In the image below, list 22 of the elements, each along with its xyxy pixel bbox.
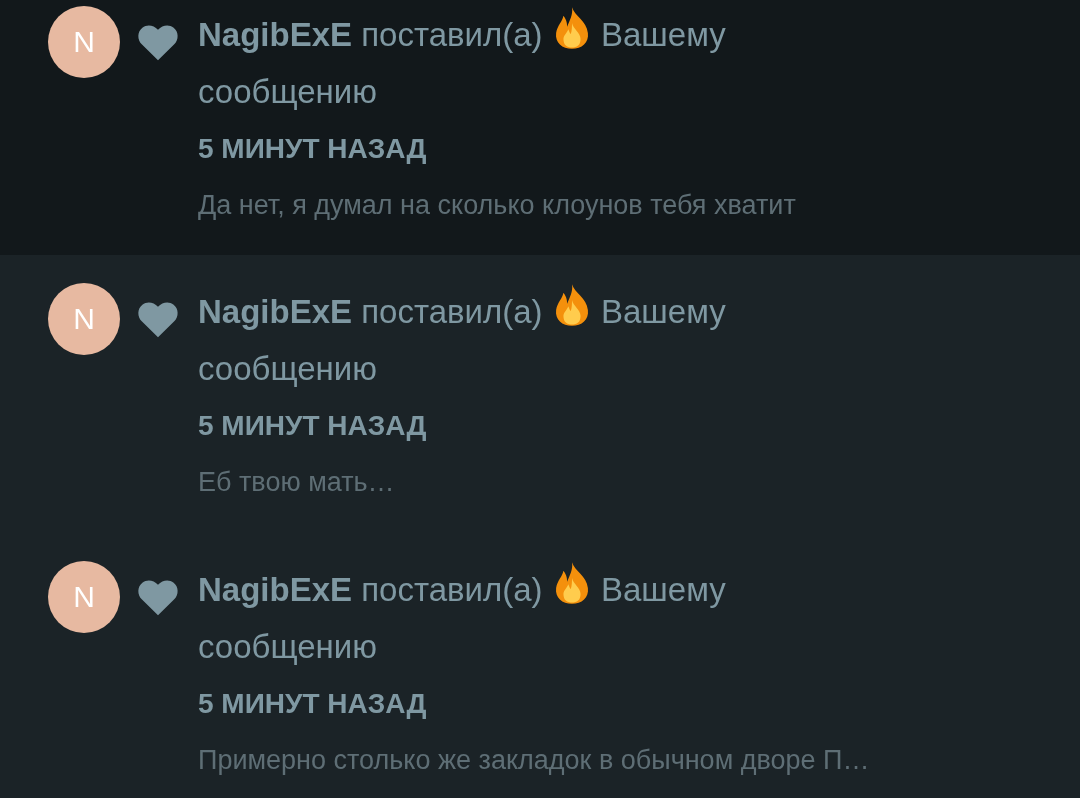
message-preview: Еб твою мать… xyxy=(198,466,395,499)
timestamp: 5 МИНУТ НАЗАД xyxy=(198,687,428,721)
heart-icon xyxy=(136,299,180,339)
user-name[interactable]: NagibExE xyxy=(198,16,353,53)
action-text: поставил(а) xyxy=(361,16,543,53)
heart-icon xyxy=(136,577,180,617)
heart-icon xyxy=(136,22,180,62)
action-text: поставил(а) xyxy=(361,571,543,608)
notification-row[interactable]: N NagibExE поставил(а) Вашему сообщению 5 МИНУТ НАЗАД Да нет, я думал на сколько клоунов тебя хватит xyxy=(0,0,1080,255)
target-text: Вашему xyxy=(600,571,726,608)
target-text: сообщению xyxy=(198,350,378,387)
user-name[interactable]: NagibExE xyxy=(198,293,353,330)
user-name[interactable]: NagibExE xyxy=(198,571,353,608)
target-text: Вашему xyxy=(600,16,726,53)
timestamp: 5 МИНУТ НАЗАД xyxy=(198,132,428,166)
message-preview: Примерно столько же закладок в обычном дворе П… xyxy=(198,744,870,777)
target-text: сообщению xyxy=(198,628,378,665)
message-preview: Да нет, я думал на сколько клоунов тебя хватит xyxy=(198,189,796,222)
action-text: поставил(а) xyxy=(361,293,543,330)
target-text: сообщению xyxy=(198,73,378,110)
timestamp: 5 МИНУТ НАЗАД xyxy=(198,409,428,443)
target-text: Вашему xyxy=(600,293,726,330)
